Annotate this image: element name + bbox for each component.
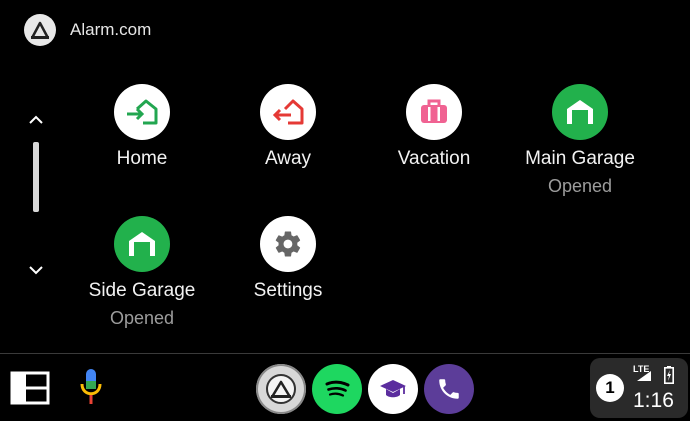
alarm-com-icon[interactable] [256, 364, 306, 414]
app-title: Alarm.com [70, 20, 152, 39]
battery-charging-icon [664, 366, 674, 384]
app-header: Alarm.com [24, 13, 151, 47]
tile-label: Home [116, 148, 168, 169]
tile-label: Settings [253, 280, 323, 301]
tile-label: Vacation [397, 148, 471, 169]
home-arrive-icon [114, 84, 170, 140]
microphone-icon[interactable] [77, 367, 105, 407]
cell-signal-icon [637, 371, 651, 381]
scrollbar[interactable] [33, 142, 39, 212]
tile-side-garage[interactable]: Side Garage Opened [67, 216, 217, 329]
tile-home[interactable]: Home [67, 84, 217, 170]
garage-status: Opened [109, 308, 175, 328]
scroll-up-chevron-icon[interactable] [24, 108, 48, 132]
away-leave-icon [260, 84, 316, 140]
suitcase-icon [406, 84, 462, 140]
tile-label: Side Garage [88, 280, 196, 301]
garage-status: Opened [547, 176, 613, 196]
tile-settings[interactable]: Settings [213, 216, 363, 302]
garage-open-icon [114, 216, 170, 272]
tile-away[interactable]: Away [213, 84, 363, 170]
dashboard-grid-icon[interactable] [10, 371, 50, 405]
clock-time: 1:16 [633, 389, 674, 412]
alarm-com-logo-icon [24, 14, 56, 46]
tile-label: Main Garage [525, 148, 635, 169]
status-panel[interactable]: 1 LTE 1:16 [590, 358, 688, 418]
android-auto-dock: 1 LTE 1:16 [0, 354, 690, 421]
tile-label: Away [264, 148, 312, 169]
garage-open-icon [552, 84, 608, 140]
spotify-icon[interactable] [312, 364, 362, 414]
scroll-down-chevron-icon[interactable] [24, 258, 48, 282]
phone-icon[interactable] [424, 364, 474, 414]
graduation-cap-icon[interactable] [368, 364, 418, 414]
dock-apps [256, 364, 474, 414]
tile-main-garage[interactable]: Main Garage Opened [505, 84, 655, 197]
notification-count-badge[interactable]: 1 [596, 374, 624, 402]
gear-icon [260, 216, 316, 272]
tile-vacation[interactable]: Vacation [359, 84, 509, 170]
